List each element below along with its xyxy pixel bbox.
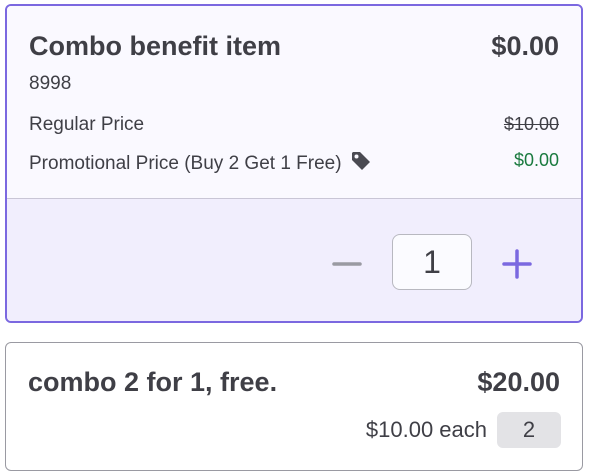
item-name: combo 2 for 1, free. bbox=[28, 367, 278, 397]
promo-price-value: $0.00 bbox=[513, 150, 559, 170]
quantity-input[interactable] bbox=[392, 234, 472, 290]
regular-price-label: Regular Price bbox=[29, 114, 145, 135]
item-name: Combo benefit item bbox=[29, 31, 282, 61]
item-total-price: $0.00 bbox=[491, 31, 559, 61]
plus-icon bbox=[502, 249, 532, 279]
promo-price-label: Promotional Price (Buy 2 Get 1 Free) bbox=[29, 153, 342, 174]
item-details: Combo benefit item $0.00 8998 Regular Pr… bbox=[7, 6, 581, 199]
cart-item-card-selected[interactable]: Combo benefit item $0.00 8998 Regular Pr… bbox=[5, 4, 583, 323]
cart-item-card[interactable]: combo 2 for 1, free. $20.00 $10.00 each … bbox=[5, 342, 583, 471]
item-sku: 8998 bbox=[29, 73, 72, 94]
item-total-price: $20.00 bbox=[477, 367, 560, 397]
minus-icon bbox=[332, 262, 362, 266]
item-unit-price: $10.00 each bbox=[365, 417, 487, 442]
quantity-badge: 2 bbox=[497, 412, 561, 448]
regular-price-value: $10.00 bbox=[503, 114, 559, 134]
decrease-quantity-button[interactable] bbox=[327, 244, 367, 284]
increase-quantity-button[interactable] bbox=[497, 244, 537, 284]
promo-price-row: Promotional Price (Buy 2 Get 1 Free) bbox=[29, 150, 372, 175]
tag-icon bbox=[350, 150, 372, 172]
quantity-controls bbox=[7, 199, 581, 321]
